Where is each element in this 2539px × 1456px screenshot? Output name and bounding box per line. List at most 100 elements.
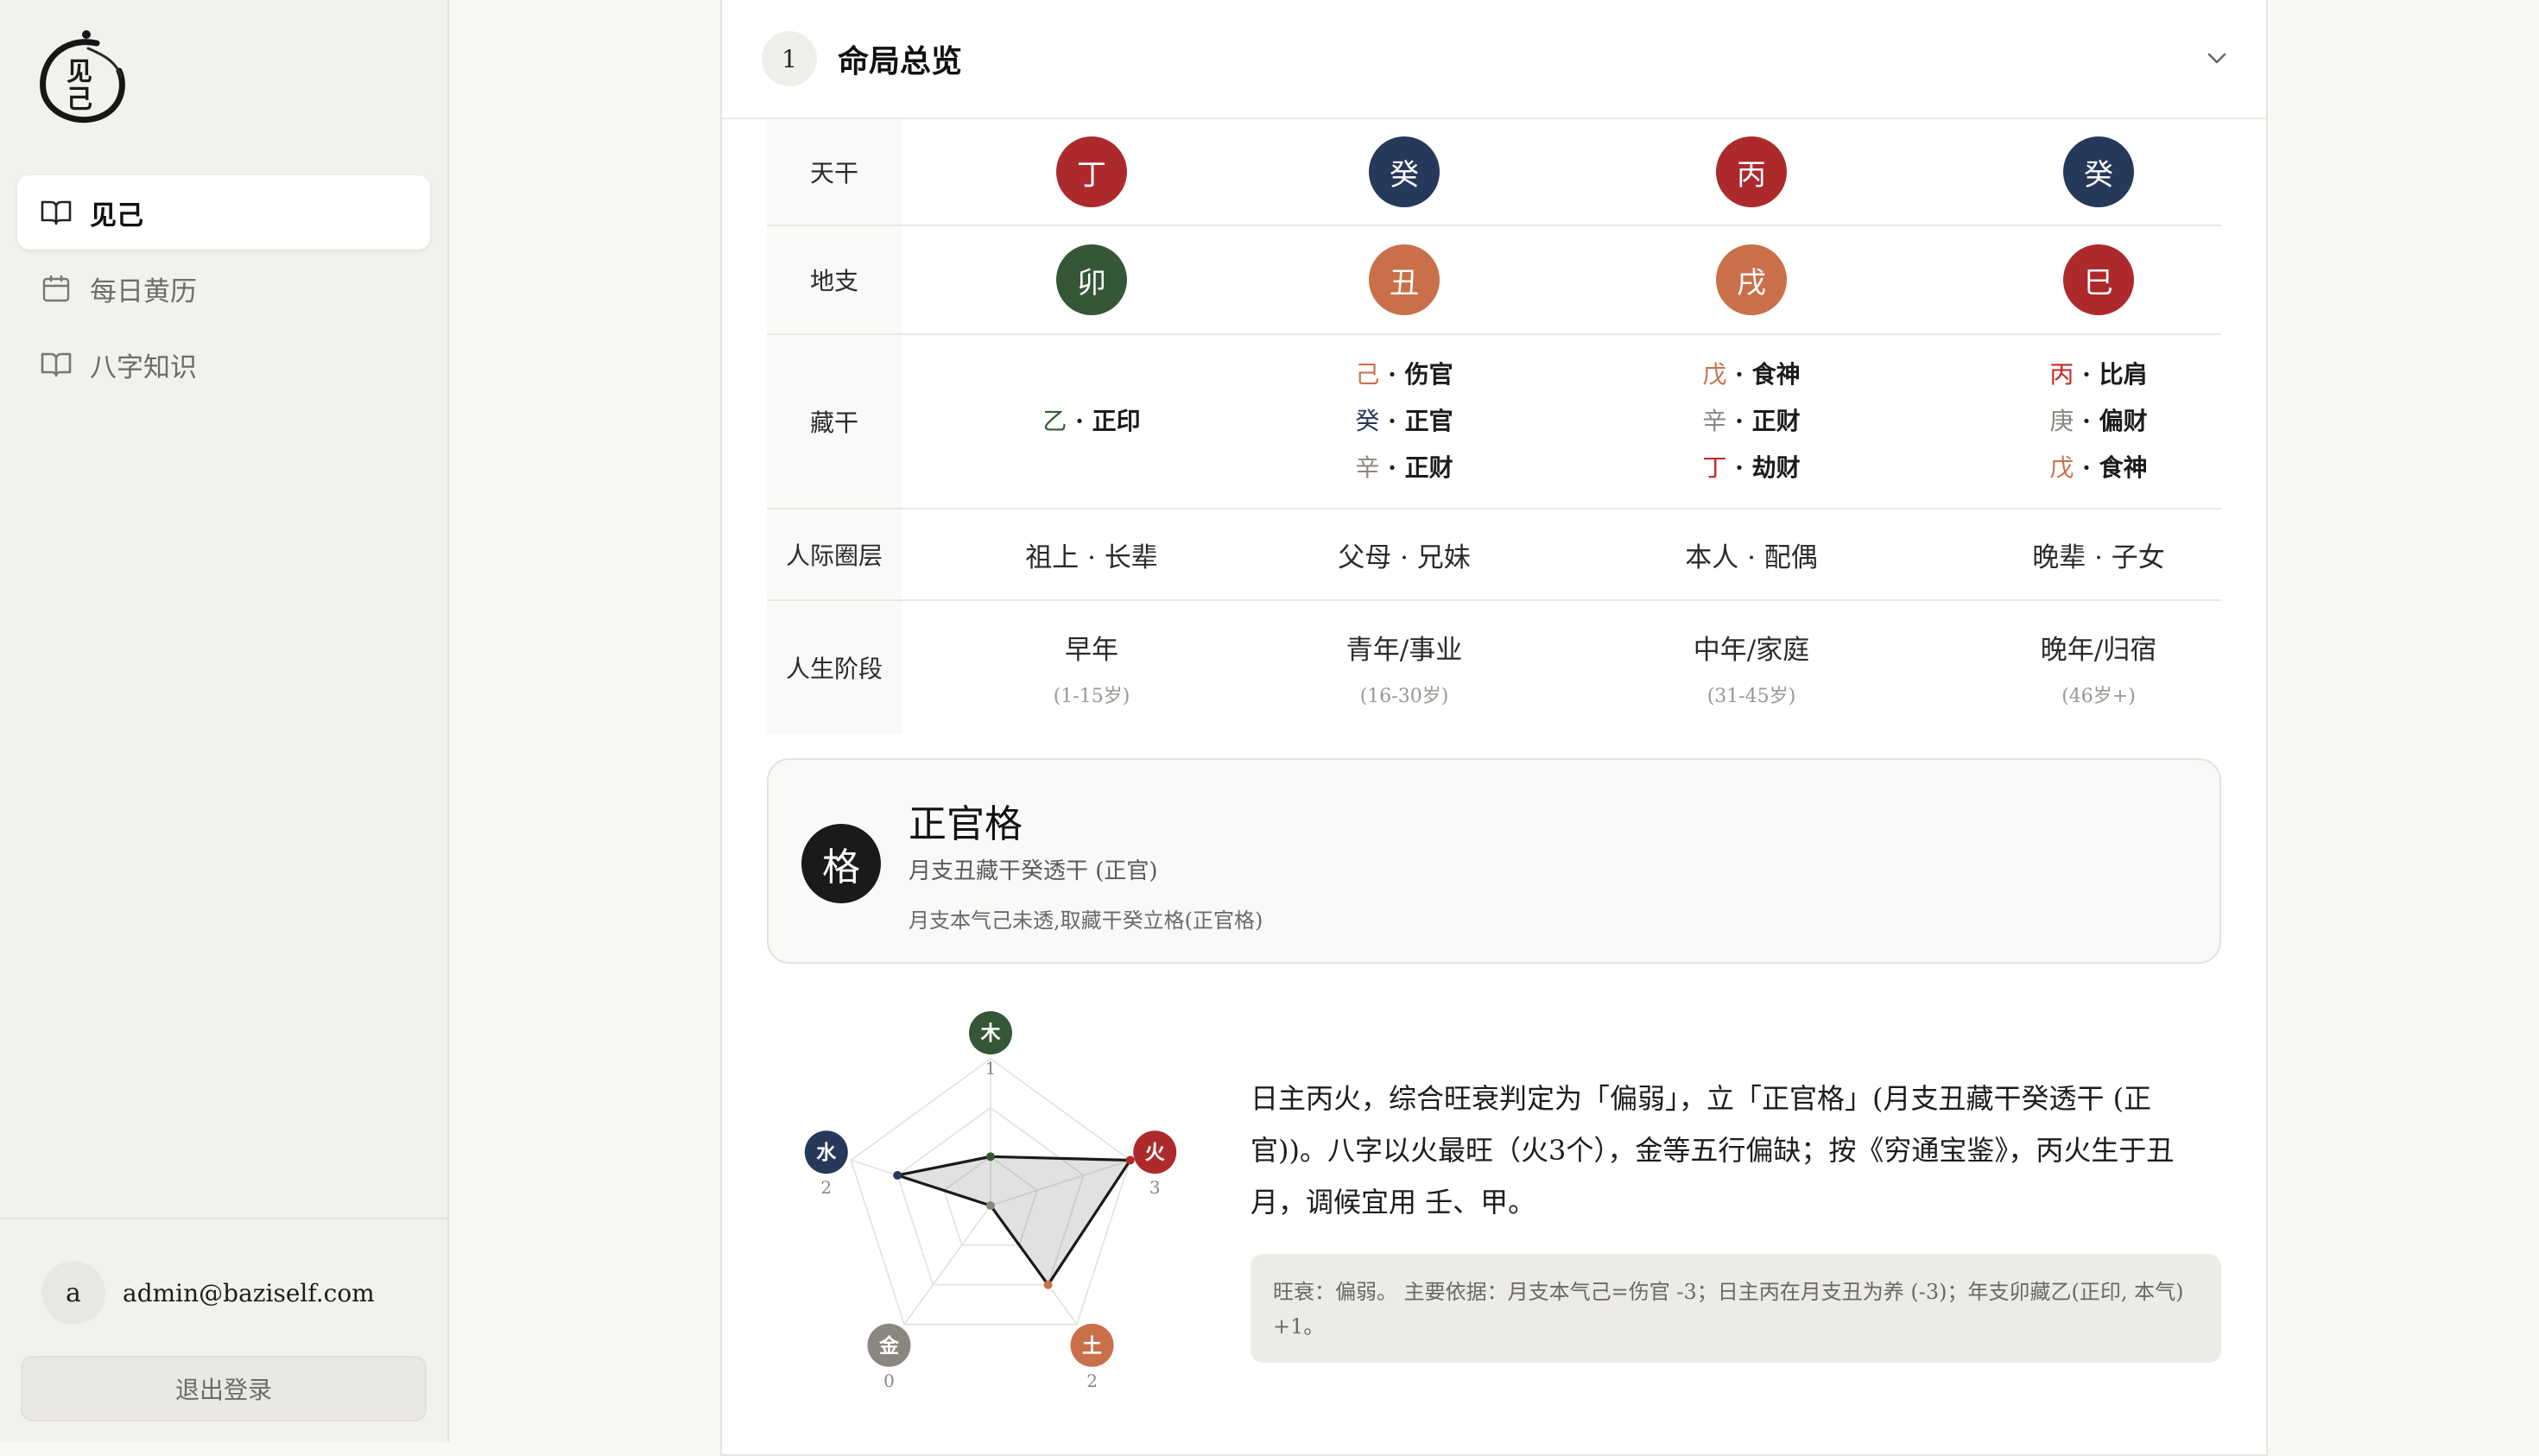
- hidden-stem: 乙: [1042, 407, 1067, 435]
- book-open-icon: [40, 348, 73, 381]
- ten-god: 正财: [1404, 453, 1453, 482]
- row-stage: 人生阶段 早年 (1-15岁) 青年/事业 (16-30岁) 中年/家庭 (31-45…: [767, 601, 2221, 734]
- main-card: 1 命局总览 天干 丁 癸 丙 癸 地支 卯 丑 戌 巳 藏干 乙 · 正印 己…: [720, 0, 2268, 1456]
- relation-text: 本人 · 配偶: [1685, 541, 1818, 573]
- dizhi-circle: 丑: [1369, 244, 1440, 315]
- row-label: 藏干: [767, 335, 902, 508]
- tiangan-circle: 癸: [1369, 136, 1440, 207]
- dizhi-circle: 巳: [2063, 244, 2134, 315]
- tiangan-circle: 癸: [2063, 136, 2134, 207]
- row-label: 人生阶段: [767, 601, 902, 734]
- sidebar-item-label: 见己: [90, 199, 143, 231]
- relation-text: 祖上 · 长辈: [1025, 541, 1158, 573]
- geju-subtitle: 月支丑藏干癸透干 (正官): [909, 858, 1158, 884]
- separator: ·: [2074, 360, 2099, 389]
- tiangan-circle: 丙: [1716, 136, 1787, 207]
- calendar-icon: [40, 272, 73, 305]
- hidden-stem: 辛: [1702, 407, 1727, 435]
- stage-name: 晚年/归宿: [2040, 634, 2157, 666]
- sidebar-item-jianji[interactable]: 见己: [17, 175, 430, 250]
- section-header[interactable]: 1 命局总览: [722, 0, 2266, 119]
- ten-god: 正财: [1751, 407, 1801, 435]
- hidden-stem-line: 辛 · 正财: [1702, 398, 1800, 445]
- section-title: 命局总览: [838, 43, 963, 79]
- hidden-stem: 戊: [1702, 360, 1727, 389]
- radar-data-point: [1125, 1155, 1135, 1165]
- element-name: 金: [878, 1334, 900, 1358]
- radar-axis-line: [903, 1205, 991, 1326]
- hidden-stem-line: 辛 · 正财: [1355, 445, 1453, 491]
- separator: ·: [1379, 453, 1405, 482]
- hidden-stem-line: 丙 · 比肩: [2049, 351, 2147, 398]
- section-number-badge: 1: [762, 31, 817, 86]
- sidebar-item-calendar[interactable]: 每日黄历: [17, 251, 430, 326]
- ten-god: 伤官: [1404, 360, 1453, 389]
- book-open-icon: [40, 196, 73, 229]
- hidden-stem-line: 己 · 伤官: [1355, 351, 1453, 398]
- row-dizhi: 地支 卯 丑 戌 巳: [767, 226, 2221, 335]
- ten-god: 比肩: [2099, 360, 2148, 389]
- ten-god: 偏财: [2099, 407, 2148, 435]
- canggan-cell: 戊 · 食神 辛 · 正财 丁 · 劫财: [1579, 335, 1924, 508]
- geju-name: 正官格: [909, 802, 1023, 846]
- radar-data-point: [986, 1152, 995, 1162]
- sidebar-item-knowledge[interactable]: 八字知识: [17, 327, 430, 402]
- stage-name: 中年/家庭: [1693, 634, 1810, 666]
- stage-age: (46岁+): [2061, 685, 2136, 707]
- user-info: a admin@baziself.com: [41, 1261, 375, 1325]
- hidden-stem: 戊: [2049, 453, 2074, 482]
- separator: ·: [2074, 453, 2099, 482]
- analysis-text: 日主丙火，综合旺衰判定为「偏弱」，立「正官格」(月支丑藏干癸透干 (正官))。八…: [1251, 1082, 2175, 1219]
- logout-button[interactable]: 退出登录: [21, 1356, 427, 1421]
- stage-age: (31-45岁): [1706, 685, 1796, 707]
- pillar-table: 天干 丁 癸 丙 癸 地支 卯 丑 戌 巳 藏干 乙 · 正印 己 · 伤官 癸…: [767, 119, 2221, 734]
- geju-card: 格 正官格 月支丑藏干癸透干 (正官) 月支本气己未透,取藏干癸立格(正官格): [767, 758, 2221, 964]
- element-name: 火: [1145, 1141, 1165, 1164]
- hidden-stem-line: 庚 · 偏财: [2049, 398, 2147, 445]
- sidebar-nav: 见己 每日黄历 八字知识: [17, 175, 430, 403]
- geju-icon: 格: [801, 824, 881, 903]
- hidden-stem-line: 癸 · 正官: [1355, 398, 1453, 445]
- separator: ·: [2074, 407, 2099, 435]
- separator: ·: [1726, 453, 1752, 482]
- element-name: 土: [1082, 1334, 1102, 1358]
- app-logo[interactable]: 见 己: [36, 28, 131, 130]
- separator: ·: [1067, 407, 1092, 435]
- canggan-cell: 丙 · 比肩 庚 · 偏财 戊 · 食神: [1926, 335, 2271, 508]
- element-name: 水: [816, 1141, 837, 1164]
- row-label: 地支: [767, 226, 902, 333]
- ten-god: 劫财: [1751, 453, 1801, 482]
- radar-data-point: [893, 1170, 902, 1180]
- row-tiangan: 天干 丁 癸 丙 癸: [767, 119, 2221, 226]
- relation-text: 父母 · 兄妹: [1338, 541, 1471, 573]
- element-name: 木: [980, 1022, 1001, 1045]
- dizhi-circle: 戌: [1716, 244, 1787, 315]
- user-email: admin@baziself.com: [123, 1278, 375, 1307]
- stage-name: 青年/事业: [1345, 634, 1463, 666]
- hidden-stem: 丁: [1702, 453, 1727, 482]
- wuxing-radar-chart: 木 1 火 3 土 2 金 0 水 2: [804, 1011, 1177, 1391]
- row-label: 天干: [767, 119, 902, 225]
- ten-god: 正印: [1092, 407, 1141, 435]
- hidden-stem-line: 戊 · 食神: [1702, 351, 1800, 398]
- sidebar-item-label: 八字知识: [90, 351, 197, 383]
- row-label: 人际圈层: [767, 510, 902, 599]
- stage-age: (1-15岁): [1053, 685, 1130, 707]
- hidden-stem: 癸: [1355, 407, 1380, 435]
- logo-text: 见 己: [66, 57, 92, 115]
- radar-data-point: [1043, 1280, 1053, 1289]
- hidden-stem-line: 乙 · 正印: [1042, 398, 1140, 445]
- chevron-down-icon[interactable]: [2204, 45, 2230, 71]
- radar-data-point: [986, 1201, 995, 1210]
- ten-god: 食神: [2099, 453, 2148, 482]
- relation-text: 晚辈 · 子女: [2032, 541, 2165, 573]
- element-count: 2: [1086, 1371, 1098, 1391]
- canggan-cell: 乙 · 正印: [919, 335, 1264, 508]
- ten-god: 食神: [1751, 360, 1801, 389]
- separator: ·: [1726, 360, 1752, 389]
- separator: ·: [1379, 407, 1405, 435]
- hidden-stem: 丙: [2049, 360, 2074, 389]
- avatar[interactable]: a: [41, 1261, 105, 1325]
- element-count: 0: [883, 1371, 895, 1391]
- separator: ·: [1726, 407, 1752, 435]
